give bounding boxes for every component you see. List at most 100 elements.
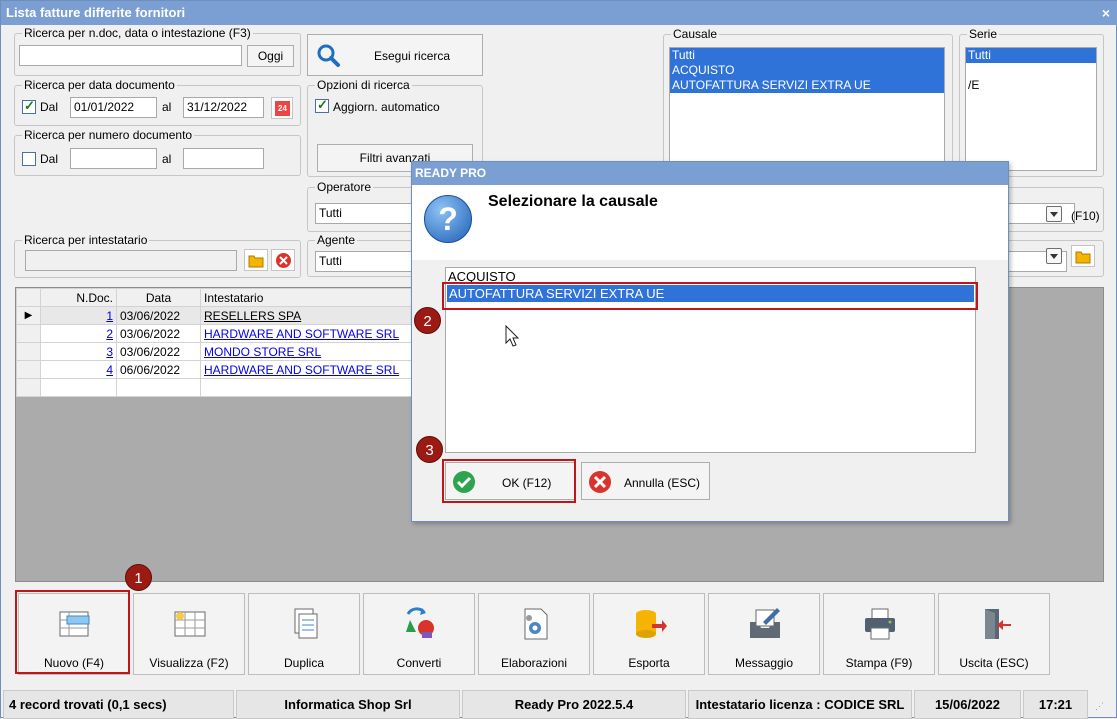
- number-from-input[interactable]: [70, 148, 157, 169]
- causale-item[interactable]: AUTOFATTURA SERVIZI EXTRA UE: [670, 78, 944, 93]
- message-icon: [750, 608, 780, 638]
- print-button[interactable]: Stampa (F9): [823, 593, 935, 675]
- causale-listbox[interactable]: Tutti ACQUISTO AUTOFATTURA SERVIZI EXTRA…: [669, 47, 945, 171]
- callout-badge: 1: [125, 564, 152, 591]
- doc-number[interactable]: 2: [106, 327, 113, 341]
- table-row[interactable]: ▶ 1 03/06/2022 RESELLERS SPA: [16, 306, 416, 325]
- run-search-label: Esegui ricerca: [374, 49, 451, 63]
- doc-name[interactable]: HARDWARE AND SOFTWARE SRL: [204, 363, 399, 377]
- export-button[interactable]: Esporta: [593, 593, 705, 675]
- folder-icon: [1075, 251, 1091, 264]
- doc-number[interactable]: 4: [106, 363, 113, 377]
- intestatario-clear-button[interactable]: [271, 249, 295, 271]
- magnifier-icon: [317, 44, 340, 67]
- serie-item[interactable]: [966, 63, 1096, 78]
- printer-icon: [865, 608, 895, 640]
- doc-name[interactable]: RESELLERS SPA: [204, 309, 301, 323]
- doc-name-cell[interactable]: RESELLERS SPA: [200, 306, 416, 325]
- doc-date: 03/06/2022: [116, 324, 201, 343]
- row-indicator: [16, 378, 41, 397]
- calendar-icon: 24: [275, 101, 290, 116]
- doc-name-cell[interactable]: MONDO STORE SRL: [200, 342, 416, 361]
- row-indicator: [16, 324, 41, 343]
- number-from-checkbox[interactable]: [22, 152, 36, 166]
- process-button[interactable]: Elaborazioni: [478, 593, 590, 675]
- mouse-cursor-icon: [505, 325, 520, 347]
- today-button[interactable]: Oggi: [247, 45, 294, 67]
- serie-listbox[interactable]: Tutti /E: [965, 47, 1097, 171]
- serie-item[interactable]: /E: [966, 78, 1096, 93]
- window-title: Lista fatture differite fornitori: [6, 5, 186, 20]
- doc-number-link[interactable]: 1: [40, 306, 117, 325]
- window-title-bar: Lista fatture differite fornitori ×: [1, 1, 1117, 25]
- duplicate-icon: [294, 608, 318, 639]
- search-doc-input[interactable]: [19, 45, 242, 66]
- date-from-checkbox[interactable]: [22, 98, 36, 114]
- auto-update-checkbox[interactable]: [315, 97, 329, 113]
- empty-cell: [40, 378, 117, 397]
- causale-item[interactable]: ACQUISTO: [670, 63, 944, 78]
- intestatario-legend: Ricerca per intestatario: [22, 233, 150, 247]
- doc-number[interactable]: 1: [106, 309, 113, 323]
- doc-number-link[interactable]: 3: [40, 342, 117, 361]
- number-from-label: Dal: [40, 152, 59, 166]
- highlight-ok-button: [442, 459, 576, 503]
- doc-name-cell[interactable]: HARDWARE AND SOFTWARE SRL: [200, 324, 416, 343]
- doc-date: 03/06/2022: [116, 342, 201, 361]
- status-date: 15/06/2022: [914, 690, 1021, 719]
- documents-table: N.Doc. Data Intestatario ▶ 1 03/06/2022 …: [16, 288, 416, 397]
- message-button[interactable]: Messaggio: [708, 593, 820, 675]
- chevron-down-icon[interactable]: [1046, 206, 1062, 222]
- doc-number-link[interactable]: 2: [40, 324, 117, 343]
- close-icon[interactable]: ×: [1102, 1, 1110, 25]
- col-header[interactable]: Data: [116, 288, 201, 307]
- run-search-button[interactable]: Esegui ricerca: [307, 34, 483, 76]
- calendar-button[interactable]: 24: [271, 97, 293, 119]
- view-button[interactable]: Visualizza (F2): [133, 593, 245, 675]
- doc-number[interactable]: 3: [106, 345, 113, 359]
- col-header[interactable]: N.Doc.: [40, 288, 117, 307]
- date-from-input[interactable]: 01/01/2022: [70, 97, 157, 118]
- intestatario-browse-button[interactable]: [244, 249, 268, 271]
- doc-name[interactable]: MONDO STORE SRL: [204, 345, 321, 359]
- auto-update-label: Aggiorn. automatico: [333, 100, 440, 114]
- resize-grip-icon[interactable]: ⋰: [1095, 701, 1105, 711]
- table-row[interactable]: 2 03/06/2022 HARDWARE AND SOFTWARE SRL: [16, 324, 416, 343]
- causale-item[interactable]: Tutti: [670, 48, 944, 63]
- col-header[interactable]: Intestatario: [200, 288, 416, 307]
- exit-button[interactable]: Uscita (ESC): [938, 593, 1050, 675]
- export-button-label: Esporta: [628, 656, 670, 670]
- search-options-legend: Opzioni di ricerca: [315, 78, 412, 92]
- process-button-label: Elaborazioni: [500, 656, 568, 670]
- export-database-icon: [636, 610, 667, 638]
- date-to-input[interactable]: 31/12/2022: [183, 97, 264, 118]
- table-row[interactable]: 4 06/06/2022 HARDWARE AND SOFTWARE SRL: [16, 360, 416, 379]
- doc-name-cell[interactable]: HARDWARE AND SOFTWARE SRL: [200, 360, 416, 379]
- number-to-input[interactable]: [183, 148, 264, 169]
- chevron-down-icon[interactable]: [1046, 248, 1062, 264]
- row-indicator: [16, 360, 41, 379]
- convert-button-label: Converti: [396, 656, 442, 670]
- status-license: Intestatario licenza : CODICE SRL: [688, 690, 912, 719]
- agente-browse-button[interactable]: [1071, 245, 1095, 267]
- dialog-header: ? Selezionare la causale: [412, 185, 1008, 260]
- table-header-row: N.Doc. Data Intestatario: [16, 288, 416, 307]
- highlight-new-button: [15, 590, 130, 674]
- doc-number-link[interactable]: 4: [40, 360, 117, 379]
- intestatario-input[interactable]: [25, 250, 237, 271]
- table-row[interactable]: 3 03/06/2022 MONDO STORE SRL: [16, 342, 416, 361]
- message-button-label: Messaggio: [734, 656, 794, 670]
- status-version: Ready Pro 2022.5.4: [462, 690, 686, 719]
- dialog-title: READY PRO: [412, 162, 1008, 185]
- doc-name[interactable]: HARDWARE AND SOFTWARE SRL: [204, 327, 399, 341]
- convert-button[interactable]: Converti: [363, 593, 475, 675]
- empty-cell: [116, 378, 201, 397]
- empty-cell: [200, 378, 416, 397]
- duplicate-button[interactable]: Duplica: [248, 593, 360, 675]
- row-indicator-header: [16, 288, 41, 307]
- cancel-button[interactable]: Annulla (ESC): [581, 462, 710, 500]
- convert-icon: [406, 607, 434, 638]
- status-company: Informatica Shop Srl: [236, 690, 460, 719]
- serie-legend: Serie: [967, 27, 1000, 41]
- serie-item[interactable]: Tutti: [966, 48, 1096, 63]
